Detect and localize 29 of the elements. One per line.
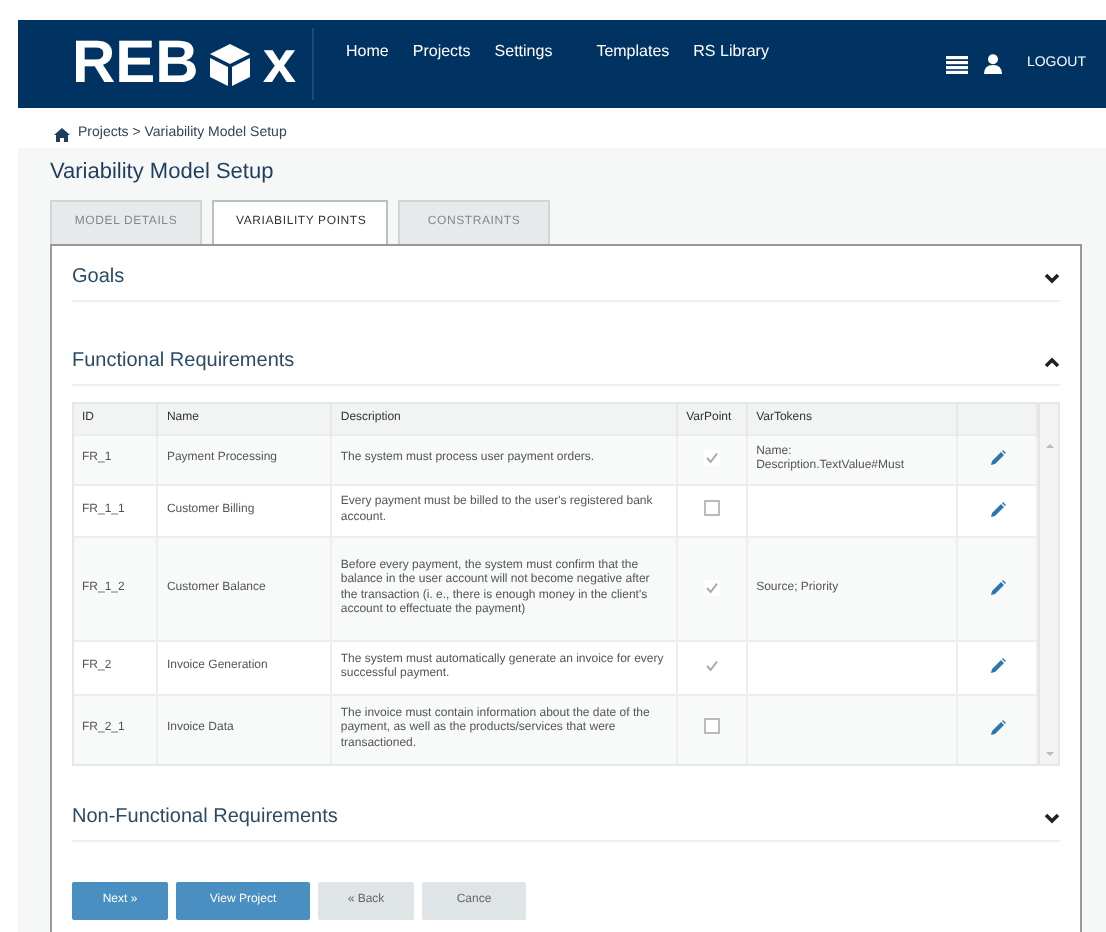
- pencil-icon[interactable]: [989, 720, 1006, 737]
- checkbox[interactable]: [704, 499, 721, 516]
- chevron-icon[interactable]: [1044, 811, 1060, 823]
- logo-text: x: [262, 34, 297, 94]
- home-icon: [54, 127, 70, 141]
- pencil-icon[interactable]: [989, 658, 1006, 675]
- checkbox[interactable]: [704, 718, 721, 734]
- section-title: Functional Requirements: [72, 349, 295, 373]
- scrollbar[interactable]: [1038, 403, 1058, 763]
- pencil-icon[interactable]: [989, 450, 1006, 467]
- nav-link[interactable]: RS Library: [693, 40, 769, 64]
- page-title: Variability Model Setup: [50, 158, 276, 188]
- section-title: Non-Functional Requirements: [72, 805, 338, 829]
- pencil-icon[interactable]: [989, 579, 1006, 596]
- box-icon: [206, 40, 255, 88]
- nav-link[interactable]: Home: [346, 40, 389, 64]
- checkbox[interactable]: [704, 450, 721, 467]
- logo-text: REB: [72, 34, 199, 94]
- checkbox[interactable]: [704, 579, 721, 596]
- checkbox[interactable]: [704, 658, 721, 675]
- chevron-icon[interactable]: [1044, 355, 1060, 367]
- chevron-icon[interactable]: [1044, 271, 1060, 283]
- pencil-icon[interactable]: [989, 501, 1006, 518]
- list-icon[interactable]: [946, 55, 969, 73]
- nav-link[interactable]: Templates: [596, 40, 670, 64]
- user-icon[interactable]: [984, 54, 1003, 74]
- nav-link[interactable]: Projects: [412, 40, 471, 64]
- section-title: Goals: [72, 265, 125, 289]
- nav-link[interactable]: Settings: [494, 40, 553, 64]
